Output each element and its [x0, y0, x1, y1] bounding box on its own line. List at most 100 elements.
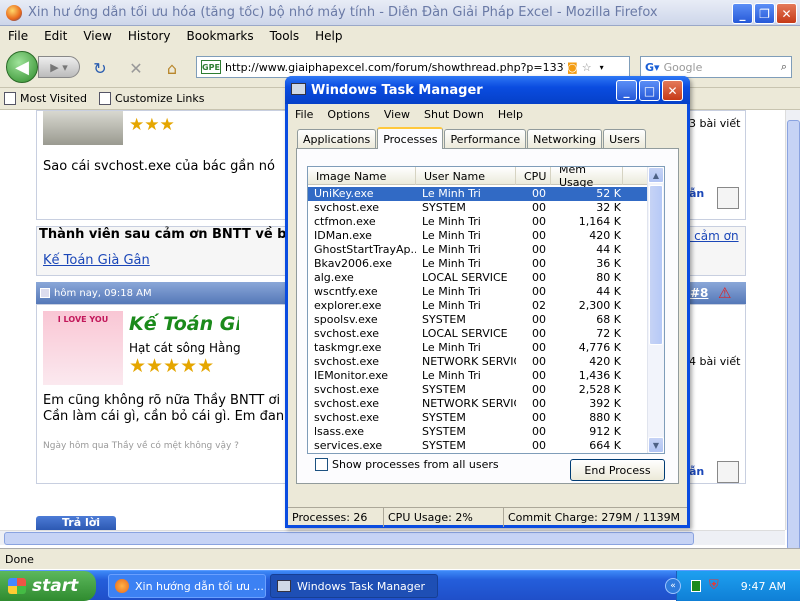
tab-performance[interactable]: Performance — [444, 129, 527, 149]
menu-help[interactable]: Help — [307, 29, 350, 43]
process-row[interactable]: svchost.exe SYSTEM 00 2,528 K — [308, 383, 648, 397]
menu-edit[interactable]: Edit — [36, 29, 75, 43]
taskbar-item-task-manager[interactable]: Windows Task Manager — [270, 574, 438, 598]
minimize-button[interactable]: _ — [616, 80, 637, 101]
task-manager-title-bar[interactable]: Windows Task Manager _ □ ✕ — [285, 76, 690, 104]
column-cpu[interactable]: CPU — [516, 167, 551, 185]
bookmark-most-visited[interactable]: Most Visited — [4, 92, 87, 105]
scroll-thumb[interactable] — [787, 120, 800, 550]
process-mem: 1,164 K — [578, 215, 621, 228]
edit-icon[interactable] — [717, 461, 739, 483]
bookmark-star-icon[interactable]: ☆ — [582, 61, 592, 74]
search-box[interactable]: G▾ Google ⌕ — [640, 56, 792, 78]
url-dropdown-icon[interactable]: ▾ — [600, 63, 604, 72]
edit-icon[interactable] — [717, 187, 739, 209]
process-row[interactable]: spoolsv.exe SYSTEM 00 68 K — [308, 313, 648, 327]
process-cpu: 00 — [532, 243, 546, 256]
process-row[interactable]: svchost.exe NETWORK SERVICE 00 420 K — [308, 355, 648, 369]
menu-view[interactable]: View — [75, 29, 119, 43]
page-vertical-scrollbar[interactable] — [785, 110, 800, 550]
process-name: Bkav2006.exe — [314, 257, 392, 270]
process-row[interactable]: services.exe SYSTEM 00 664 K — [308, 439, 648, 453]
post-username[interactable]: Kế Toán Già Gâ — [129, 313, 239, 335]
home-icon[interactable]: ⌂ — [162, 58, 182, 78]
process-row[interactable]: alg.exe LOCAL SERVICE 00 80 K — [308, 271, 648, 285]
tab-networking[interactable]: Networking — [527, 129, 603, 149]
process-mem: 420 K — [589, 355, 621, 368]
shield-icon[interactable]: ⛨ — [709, 578, 719, 593]
process-mem: 52 K — [596, 187, 621, 200]
tab-processes[interactable]: Processes — [377, 127, 444, 149]
process-row[interactable]: lsass.exe SYSTEM 00 912 K — [308, 425, 648, 439]
column-user-name[interactable]: User Name — [416, 167, 516, 185]
process-row[interactable]: Bkav2006.exe Le Minh Tri 00 36 K — [308, 257, 648, 271]
start-button[interactable]: start — [0, 571, 96, 601]
taskbar-item-firefox[interactable]: Xin hướng dẫn tối ưu ... — [108, 574, 266, 598]
menu-history[interactable]: History — [120, 29, 179, 43]
bookmark-customize-links[interactable]: Customize Links — [98, 92, 204, 105]
back-button[interactable]: ◀ — [6, 51, 38, 83]
process-list[interactable]: Image Name User Name CPU Mem Usage UniKe… — [307, 166, 665, 454]
page-horizontal-scrollbar[interactable] — [0, 530, 785, 545]
process-row[interactable]: svchost.exe SYSTEM 00 880 K — [308, 411, 648, 425]
close-button[interactable]: ✕ — [776, 3, 797, 24]
forward-button[interactable]: ▶ ▾ — [38, 56, 80, 78]
reload-icon[interactable]: ↻ — [90, 58, 110, 78]
tab-applications[interactable]: Applications — [297, 129, 377, 149]
process-row[interactable]: IDMan.exe Le Minh Tri 00 420 K — [308, 229, 648, 243]
thanks-user-link[interactable]: Kế Toán Già Gân — [43, 253, 150, 268]
scroll-down-arrow[interactable]: ▼ — [648, 437, 664, 453]
restore-button[interactable]: ❐ — [754, 3, 775, 24]
scroll-thumb[interactable] — [649, 185, 663, 345]
menu-file[interactable]: File — [288, 108, 320, 121]
process-row[interactable]: wscntfy.exe Le Minh Tri 00 44 K — [308, 285, 648, 299]
report-icon[interactable]: ⚠ — [718, 284, 731, 302]
close-button[interactable]: ✕ — [662, 80, 683, 101]
end-process-button[interactable]: End Process — [570, 459, 665, 481]
process-row[interactable]: UniKey.exe Le Minh Tri 00 52 K — [308, 187, 648, 201]
url-text[interactable]: http://www.giaiphapexcel.com/forum/showt… — [225, 61, 565, 74]
process-row[interactable]: svchost.exe NETWORK SERVICE 00 392 K — [308, 397, 648, 411]
menu-bookmarks[interactable]: Bookmarks — [179, 29, 262, 43]
process-row[interactable]: taskmgr.exe Le Minh Tri 00 4,776 K — [308, 341, 648, 355]
start-label: start — [32, 576, 79, 596]
show-hidden-icons[interactable]: « — [665, 578, 681, 594]
show-all-users-option[interactable]: Show processes from all users — [315, 458, 499, 471]
menu-view[interactable]: View — [377, 108, 417, 121]
process-row[interactable]: svchost.exe LOCAL SERVICE 00 72 K — [308, 327, 648, 341]
post-number[interactable]: #8 — [690, 286, 708, 300]
clock[interactable]: 9:47 AM — [741, 580, 786, 593]
quote-button[interactable]: ẫn — [689, 465, 711, 483]
process-list-scrollbar[interactable]: ▲ ▼ — [647, 167, 664, 453]
process-row[interactable]: explorer.exe Le Minh Tri 02 2,300 K — [308, 299, 648, 313]
tab-users[interactable]: Users — [603, 129, 646, 149]
column-image-name[interactable]: Image Name — [308, 167, 416, 185]
show-all-users-checkbox[interactable] — [315, 458, 328, 471]
scroll-up-arrow[interactable]: ▲ — [648, 167, 664, 183]
scroll-thumb[interactable] — [4, 532, 694, 545]
process-row[interactable]: svchost.exe SYSTEM 00 32 K — [308, 201, 648, 215]
menu-file[interactable]: File — [0, 29, 36, 43]
rss-icon[interactable]: ◙ — [567, 61, 578, 74]
url-bar[interactable]: GPE http://www.giaiphapexcel.com/forum/s… — [196, 56, 630, 78]
stop-icon[interactable]: ✕ — [126, 58, 146, 78]
process-row[interactable]: GhostStartTrayAp... Le Minh Tri 00 44 K — [308, 243, 648, 257]
menu-help[interactable]: Help — [491, 108, 530, 121]
thanks-link[interactable]: á cảm ơn — [683, 229, 739, 243]
minimize-button[interactable]: _ — [732, 3, 753, 24]
menu-shut-down[interactable]: Shut Down — [417, 108, 491, 121]
network-icon[interactable] — [691, 580, 701, 592]
menu-options[interactable]: Options — [320, 108, 376, 121]
browser-status-bar: Done — [0, 548, 800, 569]
reply-button[interactable]: Trả lời — [36, 516, 116, 530]
menu-tools[interactable]: Tools — [262, 29, 308, 43]
maximize-button[interactable]: □ — [639, 80, 660, 101]
windows-logo-icon — [8, 578, 26, 594]
search-input[interactable]: Google — [664, 61, 703, 74]
process-row[interactable]: ctfmon.exe Le Minh Tri 00 1,164 K — [308, 215, 648, 229]
column-mem-usage[interactable]: Mem Usage — [551, 167, 623, 189]
google-icon[interactable]: G▾ — [645, 61, 660, 74]
quote-button[interactable]: ẫn — [689, 187, 711, 207]
process-row[interactable]: IEMonitor.exe Le Minh Tri 00 1,436 K — [308, 369, 648, 383]
search-icon[interactable]: ⌕ — [781, 60, 787, 74]
